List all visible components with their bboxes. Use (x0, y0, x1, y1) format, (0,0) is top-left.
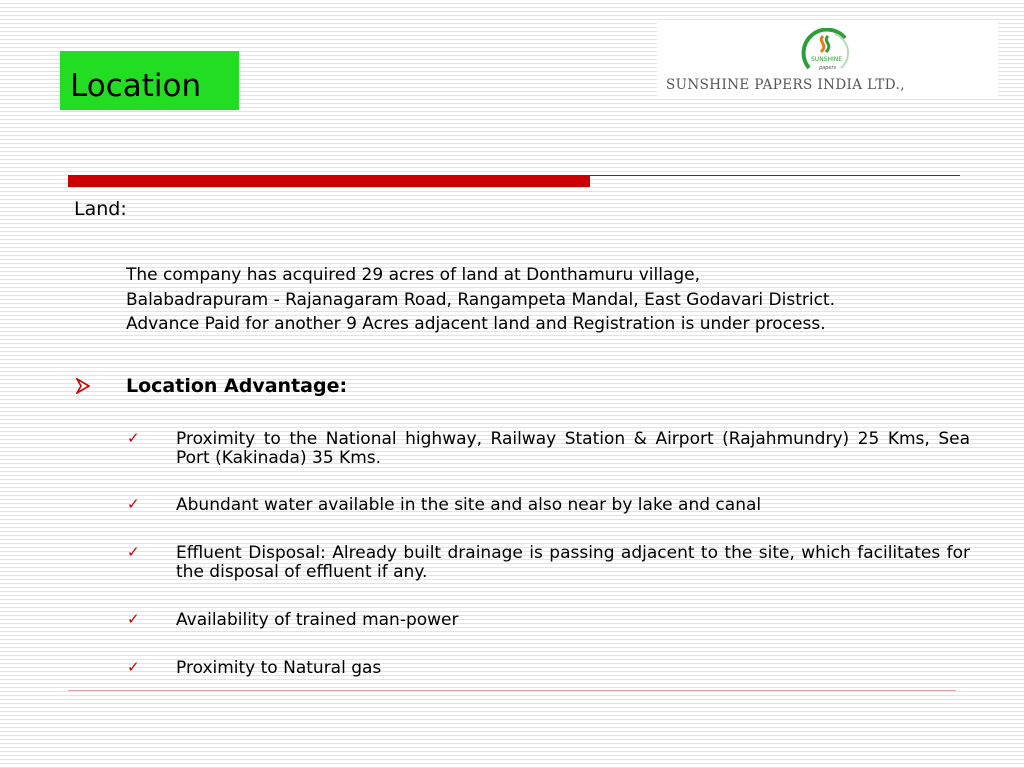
advantage-item: Effluent Disposal: Already built drainag… (176, 543, 970, 582)
advantage-heading: Location Advantage: (126, 375, 348, 397)
advantage-item: Proximity to Natural gas (176, 658, 382, 678)
land-line: Balabadrapuram - Rajanagaram Road, Ranga… (126, 289, 835, 310)
checkmark-icon: ✓ (127, 543, 140, 561)
advantage-item: Availability of trained man-power (176, 610, 459, 630)
checkmark-icon: ✓ (127, 658, 140, 676)
land-line: Advance Paid for another 9 Acres adjacen… (126, 314, 826, 334)
land-line: The company has acquired 29 acres of lan… (126, 265, 700, 285)
checkmark-icon: ✓ (127, 610, 140, 628)
checkmark-icon: ✓ (127, 495, 140, 513)
advantage-item: Proximity to the National highway, Railw… (176, 429, 970, 468)
red-divider-bar (68, 175, 590, 187)
land-label: Land: (74, 198, 127, 220)
company-name: SUNSHINE PAPERS INDIA LTD., (666, 77, 905, 93)
checkmark-icon: ✓ (127, 429, 140, 447)
divider-line-bottom (68, 690, 956, 691)
title-box: Location (60, 51, 239, 110)
logo-mark-subtext: papers (818, 65, 837, 71)
land-paragraph: The company has acquired 29 acres of lan… (126, 263, 986, 337)
divider-line-top (590, 175, 960, 176)
advantage-item: Abundant water available in the site and… (176, 495, 762, 515)
arrow-bullet-icon (76, 378, 90, 394)
logo-mark-text: SUNSHINE (811, 56, 842, 63)
page-title: Location (70, 68, 202, 104)
company-logo: SUNSHINE papers SUNSHINE PAPERS INDIA LT… (657, 22, 998, 98)
sunshine-logo-icon: SUNSHINE papers (801, 28, 850, 71)
